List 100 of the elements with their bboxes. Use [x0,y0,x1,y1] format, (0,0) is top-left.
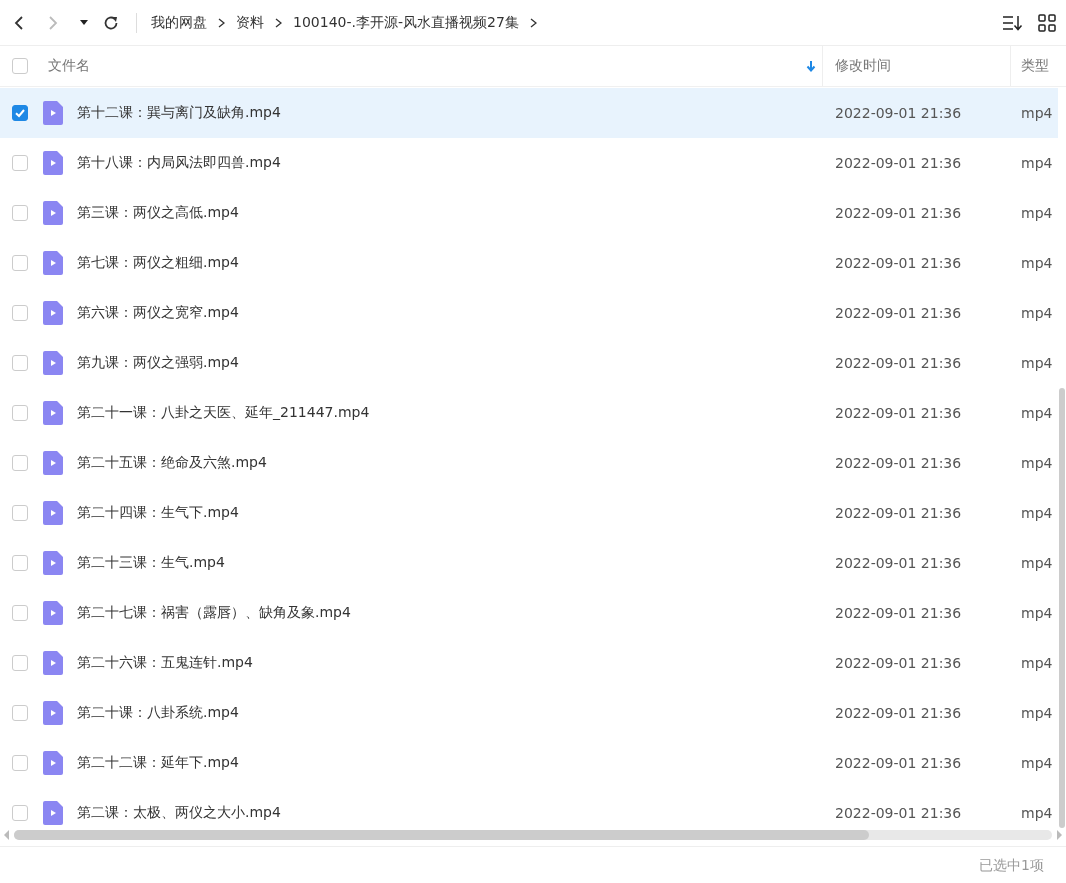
file-type: mp4 [1020,505,1054,521]
file-name: 第二十七课：祸害（露唇）、缺角及象.mp4 [77,604,351,622]
forward-icon[interactable] [49,15,58,30]
file-name: 第二课：太极、两仪之大小.mp4 [77,804,281,822]
video-file-icon [43,551,63,575]
file-type: mp4 [1020,755,1054,771]
video-file-icon [43,651,63,675]
modified-time: 2022-09-01 21:36 [834,205,963,221]
file-row[interactable]: 第二十六课：五鬼连针.mp4 2022-09-01 21:36 mp4 [0,638,1058,688]
modified-time: 2022-09-01 21:36 [834,305,963,321]
file-type: mp4 [1020,355,1054,371]
scroll-right-icon[interactable] [1056,830,1062,840]
video-file-icon [43,101,63,125]
row-checkbox[interactable] [12,355,28,371]
row-checkbox[interactable] [12,505,28,521]
file-type: mp4 [1020,155,1054,171]
video-file-icon [43,751,63,775]
row-checkbox[interactable] [12,455,28,471]
modified-time: 2022-09-01 21:36 [834,105,963,121]
file-type: mp4 [1020,555,1054,571]
scroll-left-icon[interactable] [4,830,10,840]
column-header[interactable]: 修改时间 [835,57,891,75]
file-type: mp4 [1020,205,1054,221]
video-file-icon [43,401,63,425]
row-checkbox[interactable] [12,155,28,171]
file-row[interactable]: 第二十四课：生气下.mp4 2022-09-01 21:36 mp4 [0,488,1058,538]
modified-time: 2022-09-01 21:36 [834,455,963,471]
row-checkbox[interactable] [12,255,28,271]
back-icon[interactable] [14,15,23,30]
modified-time: 2022-09-01 21:36 [834,605,963,621]
file-row[interactable]: 第七课：两仪之粗细.mp4 2022-09-01 21:36 mp4 [0,238,1058,288]
file-row[interactable]: 第二十二课：延年下.mp4 2022-09-01 21:36 mp4 [0,738,1058,788]
file-row[interactable]: 第二十五课：绝命及六煞.mp4 2022-09-01 21:36 mp4 [0,438,1058,488]
row-checkbox[interactable] [12,305,28,321]
video-file-icon [43,451,63,475]
row-checkbox[interactable] [12,105,28,121]
dropdown-caret-icon[interactable] [80,20,88,25]
file-type: mp4 [1020,655,1054,671]
file-type: mp4 [1020,305,1054,321]
selection-count: 已选中1项 [979,857,1044,875]
column-header[interactable]: 类型 [1021,57,1049,75]
file-name: 第二十课：八卦系统.mp4 [77,704,239,722]
modified-time: 2022-09-01 21:36 [834,155,963,171]
file-name: 第二十五课：绝命及六煞.mp4 [77,454,267,472]
file-row[interactable]: 第九课：两仪之强弱.mp4 2022-09-01 21:36 mp4 [0,338,1058,388]
file-type: mp4 [1020,705,1054,721]
file-name: 第二十一课：八卦之天医、延年_211447.mp4 [77,404,370,422]
file-row[interactable]: 第六课：两仪之宽窄.mp4 2022-09-01 21:36 mp4 [0,288,1058,338]
video-file-icon [43,701,63,725]
file-type: mp4 [1020,455,1054,471]
modified-time: 2022-09-01 21:36 [834,755,963,771]
modified-time: 2022-09-01 21:36 [834,555,963,571]
file-name: 第二十三课：生气.mp4 [77,554,225,572]
video-file-icon [43,151,63,175]
modified-time: 2022-09-01 21:36 [834,255,963,271]
sort-down-arrow-icon[interactable] [806,60,816,72]
file-row[interactable]: 第十八课：内局风法即四兽.mp4 2022-09-01 21:36 mp4 [0,138,1058,188]
video-file-icon [43,251,63,275]
select-all-checkbox[interactable] [12,58,28,74]
file-type: mp4 [1020,805,1054,821]
breadcrumb-link[interactable]: 100140-.李开源-风水直播视频27集 [293,13,519,32]
file-name: 第九课：两仪之强弱.mp4 [77,354,239,372]
grid-view-icon[interactable] [1036,11,1058,34]
breadcrumb-link[interactable]: 我的网盘 [151,13,207,32]
file-row[interactable]: 第二十三课：生气.mp4 2022-09-01 21:36 mp4 [0,538,1058,588]
video-file-icon [43,351,63,375]
file-type: mp4 [1020,255,1054,271]
row-checkbox[interactable] [12,655,28,671]
file-row[interactable]: 第二十七课：祸害（露唇）、缺角及象.mp4 2022-09-01 21:36 mp4 [0,588,1058,638]
file-name: 第三课：两仪之高低.mp4 [77,204,239,222]
video-file-icon [43,301,63,325]
file-row[interactable]: 第二课：太极、两仪之大小.mp4 2022-09-01 21:36 mp4 [0,788,1058,828]
file-row[interactable]: 第三课：两仪之高低.mp4 2022-09-01 21:36 mp4 [0,188,1058,238]
video-file-icon [43,501,63,525]
modified-time: 2022-09-01 21:36 [834,655,963,671]
row-checkbox[interactable] [12,705,28,721]
horizontal-scrollbar[interactable] [14,830,1052,840]
modified-time: 2022-09-01 21:36 [834,405,963,421]
modified-time: 2022-09-01 21:36 [834,355,963,371]
file-name: 第二十四课：生气下.mp4 [77,504,239,522]
row-checkbox[interactable] [12,405,28,421]
row-checkbox[interactable] [12,605,28,621]
file-name: 第十二课：巽与离门及缺角.mp4 [77,104,281,122]
video-file-icon [43,201,63,225]
chevron-right-icon [275,17,282,28]
video-file-icon [43,801,63,825]
row-checkbox[interactable] [12,555,28,571]
column-header[interactable]: 文件名 [48,57,90,75]
row-checkbox[interactable] [12,755,28,771]
modified-time: 2022-09-01 21:36 [834,705,963,721]
row-checkbox[interactable] [12,805,28,821]
file-type: mp4 [1020,105,1054,121]
file-row[interactable]: 第二十课：八卦系统.mp4 2022-09-01 21:36 mp4 [0,688,1058,738]
chevron-right-icon [529,17,537,28]
chevron-right-icon [218,17,225,28]
breadcrumb-link[interactable]: 资料 [236,13,264,32]
file-row[interactable]: 第二十一课：八卦之天医、延年_211447.mp4 2022-09-01 21:36 mp4 [0,388,1058,438]
modified-time: 2022-09-01 21:36 [834,505,963,521]
row-checkbox[interactable] [12,205,28,221]
file-row[interactable]: 第十二课：巽与离门及缺角.mp4 2022-09-01 21:36 mp4 [0,88,1058,138]
